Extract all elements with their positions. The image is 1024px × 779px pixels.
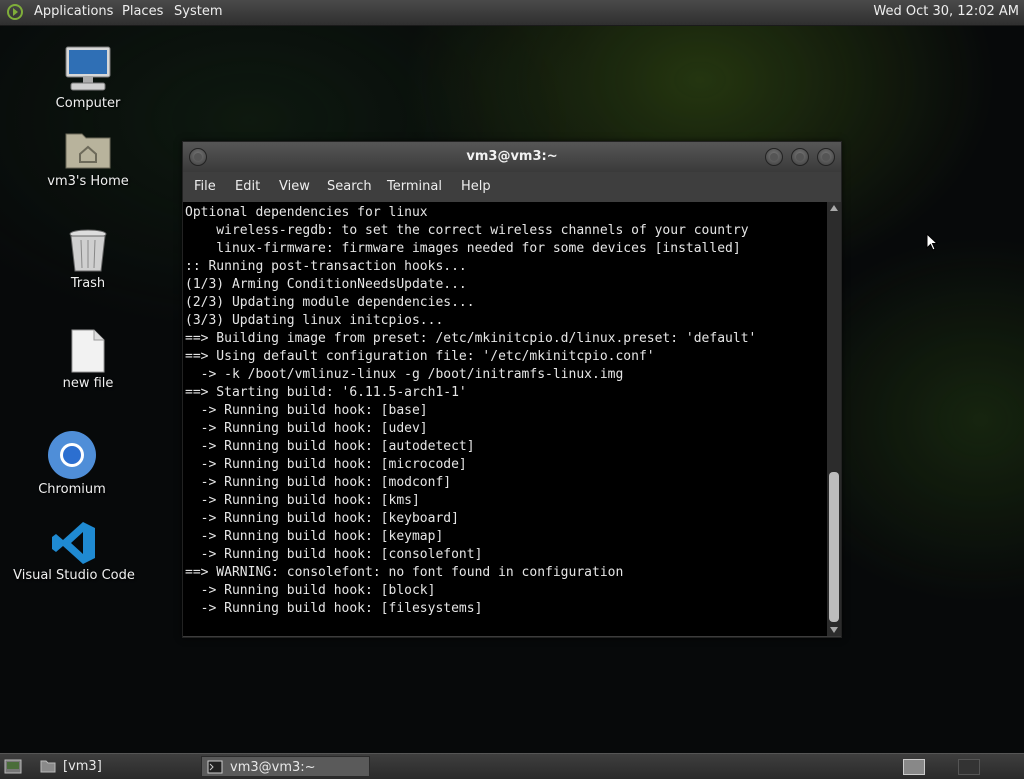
terminal-line: -> Running build hook: [modconf] — [185, 475, 452, 490]
desktop-icon-label: Chromium — [38, 482, 106, 497]
terminal-window[interactable]: vm3@vm3:~ File Edit View Search Terminal… — [182, 141, 842, 638]
desktop-icon-label: Trash — [70, 276, 106, 291]
terminal-line: -> Running build hook: [autodetect] — [185, 439, 475, 454]
taskbar-item-files[interactable]: [vm3] — [36, 756, 198, 777]
folder-icon — [40, 760, 56, 773]
window-menu-button[interactable] — [189, 148, 207, 166]
trash-icon — [69, 229, 107, 272]
scroll-up-arrow-icon[interactable] — [830, 205, 838, 211]
terminal-line: wireless-regdb: to set the correct wirel… — [185, 223, 749, 238]
terminal-output[interactable]: Optional dependencies for linux wireless… — [183, 202, 827, 636]
desktop-icon-chromium[interactable]: Chromium — [22, 430, 122, 497]
terminal-scrollbar[interactable] — [827, 202, 841, 636]
menu-terminal[interactable]: Terminal — [387, 179, 442, 194]
menu-help[interactable]: Help — [461, 179, 491, 194]
desktop-icon-home[interactable]: vm3's Home — [38, 128, 138, 189]
terminal-line: -> Running build hook: [udev] — [185, 421, 428, 436]
terminal-line: -> Running build hook: [block] — [185, 583, 436, 598]
menu-system[interactable]: System — [174, 4, 222, 19]
terminal-line: (3/3) Updating linux initcpios... — [185, 313, 444, 328]
vscode-icon — [52, 522, 95, 564]
desktop-icon-label: vm3's Home — [47, 174, 129, 189]
desktop-icon-trash[interactable]: Trash — [38, 228, 138, 291]
terminal-line: (1/3) Arming ConditionNeedsUpdate... — [185, 277, 467, 292]
close-button[interactable] — [817, 148, 835, 166]
taskbar-item-label: vm3@vm3:~ — [230, 760, 316, 775]
workspace-2[interactable] — [958, 759, 980, 775]
clock[interactable]: Wed Oct 30, 12:02 AM — [873, 4, 1019, 19]
terminal-line: -> Running build hook: [microcode] — [185, 457, 467, 472]
scroll-down-arrow-icon[interactable] — [830, 627, 838, 633]
chromium-icon — [48, 431, 96, 479]
menu-applications[interactable]: Applications — [34, 4, 113, 19]
terminal-icon — [207, 760, 223, 774]
menu-search[interactable]: Search — [327, 179, 372, 194]
taskbar-item-label: [vm3] — [63, 759, 102, 774]
terminal-line: -> Running build hook: [base] — [185, 403, 428, 418]
terminal-menubar: File Edit View Search Terminal Help — [183, 172, 841, 202]
terminal-line: -> -k /boot/vmlinuz-linux -g /boot/initr… — [185, 367, 624, 382]
desktop-icon-label: Computer — [55, 96, 121, 111]
minimize-button[interactable] — [765, 148, 783, 166]
menu-file[interactable]: File — [194, 179, 216, 194]
terminal-line: :: Running post-transaction hooks... — [185, 259, 467, 274]
terminal-line: ==> Building image from preset: /etc/mki… — [185, 331, 757, 346]
terminal-titlebar[interactable]: vm3@vm3:~ — [183, 142, 841, 172]
terminal-line: -> Running build hook: [kms] — [185, 493, 420, 508]
terminal-line: ==> WARNING: consolefont: no font found … — [185, 565, 624, 580]
applications-menu-icon[interactable] — [6, 3, 24, 21]
terminal-line: -> Running build hook: [consolefont] — [185, 547, 483, 562]
terminal-line: -> Running build hook: [filesystems] — [185, 601, 483, 616]
terminal-line: -> Running build hook: [keyboard] — [185, 511, 459, 526]
menu-view[interactable]: View — [279, 179, 310, 194]
menu-places[interactable]: Places — [122, 4, 163, 19]
terminal-line: ==> Starting build: '6.11.5-arch1-1' — [185, 385, 467, 400]
mouse-cursor-icon — [926, 233, 938, 251]
terminal-line: ==> Using default configuration file: '/… — [185, 349, 655, 364]
show-desktop-icon[interactable] — [4, 759, 22, 774]
desktop-icon-label: new file — [62, 376, 114, 391]
terminal-line: -> Running build hook: [keymap] — [185, 529, 444, 544]
scrollbar-thumb[interactable] — [829, 472, 839, 622]
terminal-line: linux-firmware: firmware images needed f… — [185, 241, 741, 256]
terminal-line: Optional dependencies for linux — [185, 205, 428, 220]
workspace-switcher[interactable] — [903, 759, 925, 775]
desktop-icon-label: Visual Studio Code — [13, 568, 135, 583]
desktop-icon-computer[interactable]: Computer — [38, 44, 138, 111]
maximize-button[interactable] — [791, 148, 809, 166]
terminal-line: (2/3) Updating module dependencies... — [185, 295, 475, 310]
taskbar-item-terminal[interactable]: vm3@vm3:~ — [201, 756, 370, 777]
computer-icon — [65, 46, 111, 91]
bottom-panel: [vm3] vm3@vm3:~ — [0, 753, 1024, 779]
menu-edit[interactable]: Edit — [235, 179, 260, 194]
desktop-icon-vscode[interactable]: Visual Studio Code — [12, 520, 136, 583]
home-folder-icon — [65, 133, 111, 169]
window-title: vm3@vm3:~ — [466, 149, 558, 164]
top-panel: Applications Places System Wed Oct 30, 1… — [0, 0, 1024, 26]
desktop-icon-new-file[interactable]: new file — [38, 328, 138, 391]
file-icon — [71, 329, 105, 373]
